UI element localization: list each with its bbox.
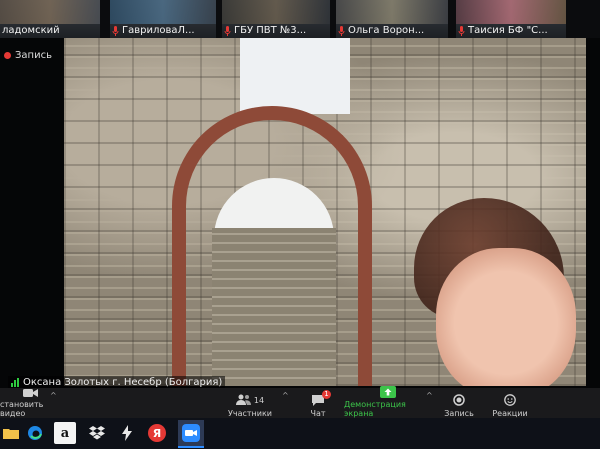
recording-indicator[interactable]: Запись bbox=[4, 50, 52, 61]
meeting-toolbar: становить видео ^ 14 Участники ^ 1 Чат Д… bbox=[0, 386, 600, 418]
participants-count: 14 bbox=[253, 395, 265, 405]
participant-tile[interactable]: Таисия БФ "С... bbox=[456, 0, 566, 38]
os-taskbar: a Я bbox=[0, 418, 600, 449]
record-button[interactable]: Запись bbox=[440, 388, 478, 418]
zoom-app-icon[interactable] bbox=[178, 420, 204, 448]
participants-button[interactable]: 14 Участники bbox=[222, 388, 278, 418]
participant-name: Ольга Ворон... bbox=[348, 25, 425, 36]
brick-arch bbox=[172, 106, 372, 386]
audio-level-icon bbox=[11, 378, 19, 387]
participant-video bbox=[0, 0, 100, 24]
record-label: Запись bbox=[444, 409, 474, 418]
participants-label: Участники bbox=[227, 409, 273, 418]
reactions-label: Реакции bbox=[492, 409, 528, 418]
main-video bbox=[64, 38, 586, 386]
record-dot-icon bbox=[4, 52, 11, 59]
amazon-app-icon[interactable]: a bbox=[54, 422, 76, 444]
mic-muted-icon bbox=[338, 25, 345, 36]
video-camera-icon bbox=[23, 389, 38, 397]
stop-video-label: становить видео bbox=[0, 400, 44, 418]
chat-unread-badge: 1 bbox=[322, 390, 331, 399]
participant-tile[interactable]: Ольга Ворон... bbox=[336, 0, 448, 38]
dropbox-icon[interactable] bbox=[86, 422, 108, 444]
people-icon bbox=[235, 394, 251, 405]
recording-label: Запись bbox=[15, 50, 52, 61]
smiley-icon bbox=[504, 394, 516, 406]
participant-tile[interactable]: ГБУ ПВТ №3... bbox=[222, 0, 330, 38]
speaker-face bbox=[436, 248, 576, 386]
edge-browser-icon[interactable] bbox=[24, 422, 46, 444]
yandex-browser-icon[interactable]: Я bbox=[148, 424, 166, 442]
participant-strip: ладомский ГавриловаЛ... ГБУ ПВТ №3... Ол… bbox=[0, 0, 600, 38]
lightning-app-icon[interactable] bbox=[116, 422, 138, 444]
share-screen-label: Демонстрация экрана bbox=[344, 400, 406, 418]
yandex-letter: Я bbox=[152, 426, 162, 440]
file-explorer-icon[interactable] bbox=[0, 422, 22, 444]
participant-video bbox=[336, 0, 448, 24]
participant-tile[interactable]: ГавриловаЛ... bbox=[110, 0, 216, 38]
participant-tile[interactable]: ладомский bbox=[0, 0, 100, 38]
mic-muted-icon bbox=[458, 25, 465, 36]
share-screen-icon bbox=[380, 386, 396, 398]
participant-name: ГБУ ПВТ №3... bbox=[234, 25, 307, 36]
reactions-button[interactable]: Реакции bbox=[490, 388, 530, 418]
participant-name: ГавриловаЛ... bbox=[122, 25, 195, 36]
share-screen-button[interactable]: Демонстрация экрана bbox=[344, 386, 432, 418]
participants-options-caret[interactable]: ^ bbox=[282, 391, 289, 400]
chat-label: Чат bbox=[310, 409, 326, 418]
video-options-caret[interactable]: ^ bbox=[50, 391, 57, 400]
chat-button[interactable]: 1 Чат bbox=[300, 388, 336, 418]
record-icon bbox=[453, 394, 465, 406]
participant-name: Таисия БФ "С... bbox=[468, 25, 548, 36]
sky-opening bbox=[240, 38, 350, 114]
amazon-letter: a bbox=[60, 425, 70, 441]
share-options-caret[interactable]: ^ bbox=[426, 391, 433, 400]
participant-video bbox=[456, 0, 566, 24]
mic-muted-icon bbox=[224, 25, 231, 36]
participant-name: ладомский bbox=[2, 25, 60, 36]
participant-video bbox=[222, 0, 330, 24]
speaker-name: Оксана Золотых г. Несебр (Болгария) bbox=[23, 377, 223, 388]
mic-muted-icon bbox=[112, 25, 119, 36]
participant-video bbox=[110, 0, 216, 24]
